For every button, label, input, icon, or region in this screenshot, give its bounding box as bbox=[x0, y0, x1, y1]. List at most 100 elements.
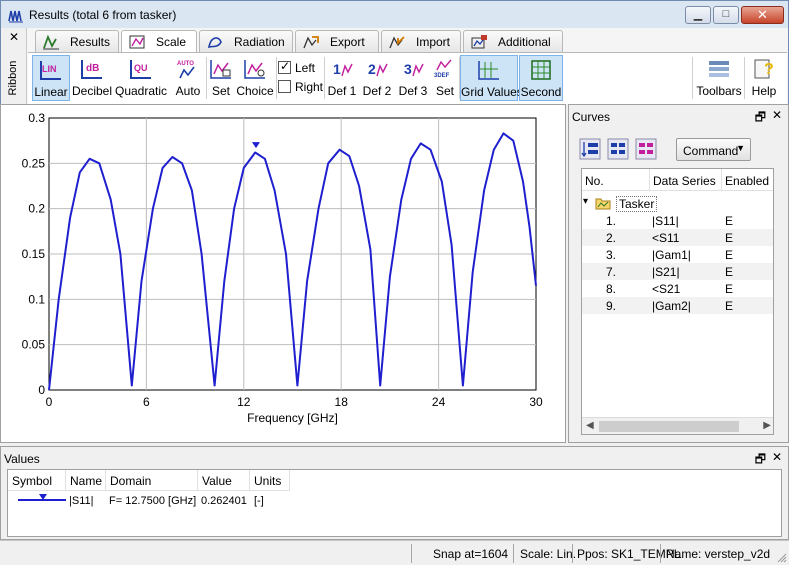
choice-button[interactable]: Choice bbox=[236, 55, 274, 101]
set-scale-button[interactable]: Set bbox=[208, 55, 234, 101]
chart-panel[interactable]: 0 6 12 18 24 30 0 0.05 0.1 0.15 0.2 0.25 0.3 Frequenc… bbox=[0, 104, 566, 443]
tree-group-tasker[interactable]: ▾ Tasker bbox=[582, 195, 773, 212]
decibel-glyph: dB bbox=[86, 63, 99, 74]
choice-label: Choice bbox=[236, 84, 274, 98]
scrollbar-thumb[interactable] bbox=[599, 421, 739, 432]
set-scale-icon bbox=[210, 60, 231, 79]
def-set-glyph: 3DEF bbox=[434, 73, 450, 79]
toolbars-icon bbox=[709, 61, 729, 77]
command-dropdown[interactable]: Command ▼ bbox=[676, 138, 751, 161]
horizontal-scrollbar[interactable]: ◀ ▶ bbox=[582, 417, 773, 434]
status-bar: Snap at=1604 Scale: Lin. Ppos: SK1_TEMPL… bbox=[0, 540, 789, 565]
tab-radiation[interactable]: Radiation bbox=[199, 30, 293, 52]
quadratic-button[interactable]: QU Quadratic bbox=[114, 55, 168, 101]
title-bar: Results (total 6 from tasker) ▁ □ ✕ bbox=[0, 0, 789, 28]
def2-button[interactable]: 2 Def 2 bbox=[360, 55, 394, 101]
tab-results[interactable]: Results bbox=[35, 30, 119, 52]
status-ppos: Ppos: SK1_TEMPL bbox=[577, 547, 681, 561]
close-button[interactable]: ✕ bbox=[741, 6, 784, 24]
float-panel-icon[interactable]: 🗗 bbox=[755, 108, 766, 129]
maximize-button[interactable]: □ bbox=[713, 6, 739, 24]
column-header-enabled[interactable]: Enabled bbox=[722, 169, 773, 191]
decibel-scale-icon: dB bbox=[81, 60, 102, 79]
list-item[interactable]: 8. <S21 E bbox=[582, 280, 773, 297]
x-tick-label: 24 bbox=[432, 395, 446, 409]
list-item[interactable]: 9. |Gam2| E bbox=[582, 297, 773, 314]
curves-tree: No. Data Series Enabled ▾ Tasker 1. |S11|… bbox=[581, 168, 774, 435]
close-panel-icon[interactable]: ✕ bbox=[772, 108, 782, 122]
grid-values-button[interactable]: Grid Values bbox=[460, 55, 523, 101]
window-title: Results (total 6 from tasker) bbox=[29, 8, 177, 22]
linear-label: Linear bbox=[34, 85, 68, 99]
help-button[interactable]: ? Help bbox=[746, 55, 782, 101]
tab-export[interactable]: Export bbox=[295, 30, 379, 52]
y-tick-label: 0.1 bbox=[28, 292, 45, 306]
ribbon-separator bbox=[744, 57, 745, 99]
radiation-icon bbox=[207, 37, 222, 49]
series-toggle-icon[interactable] bbox=[635, 138, 657, 160]
column-header-domain[interactable]: Domain bbox=[106, 470, 198, 491]
second-grid-button[interactable]: Second bbox=[519, 55, 563, 101]
resize-grip-icon[interactable] bbox=[777, 553, 787, 563]
expand-chevron-icon[interactable]: ▾ bbox=[583, 196, 588, 207]
value-row-name: |S11| bbox=[69, 495, 94, 507]
left-axis-label: Left bbox=[295, 61, 316, 75]
import-icon bbox=[389, 36, 405, 49]
decibel-button[interactable]: dB Decibel bbox=[71, 55, 113, 101]
grid-values-icon bbox=[478, 61, 499, 80]
ribbon-close-icon[interactable]: ✕ bbox=[9, 30, 19, 44]
def3-button[interactable]: 3 Def 3 bbox=[396, 55, 430, 101]
sort-series-icon[interactable] bbox=[579, 138, 601, 160]
close-panel-icon[interactable]: ✕ bbox=[772, 450, 782, 464]
tab-import[interactable]: Import bbox=[381, 30, 461, 52]
series-group-icon[interactable] bbox=[607, 138, 629, 160]
def3-glyph: 3 bbox=[404, 61, 412, 77]
x-tick-label: 6 bbox=[143, 395, 150, 409]
values-title: Values bbox=[4, 452, 40, 466]
toolbars-button[interactable]: Toolbars bbox=[696, 55, 742, 101]
maximize-icon: □ bbox=[722, 8, 730, 20]
column-header-series[interactable]: Data Series bbox=[650, 169, 722, 191]
def-set-button[interactable]: 3DEF Set bbox=[432, 55, 458, 101]
y-tick-label: 0 bbox=[38, 383, 45, 397]
column-header-units[interactable]: Units bbox=[250, 470, 290, 491]
def1-label: Def 1 bbox=[327, 84, 357, 98]
x-tick-label: 0 bbox=[46, 395, 53, 409]
values-panel: Values 🗗 ✕ Symbol Name Domain Value Unit… bbox=[0, 446, 789, 540]
ribbon-panel-scale: LIN Linear dB Decibel QU Quadratic AUTO … bbox=[28, 52, 787, 104]
list-item[interactable]: 7. |S21| E bbox=[582, 263, 773, 280]
column-header-value[interactable]: Value bbox=[198, 470, 250, 491]
tab-label: Export bbox=[330, 35, 365, 49]
status-scale: Scale: Lin. bbox=[520, 547, 577, 561]
y-tick-label: 0.2 bbox=[28, 202, 45, 216]
scale-icon bbox=[129, 35, 145, 49]
scroll-right-icon[interactable]: ▶ bbox=[763, 420, 771, 431]
float-panel-icon[interactable]: 🗗 bbox=[755, 450, 766, 471]
frequency-chart[interactable]: 0 6 12 18 24 30 0 0.05 0.1 0.15 0.2 0.25 0.3 Frequenc… bbox=[1, 105, 565, 442]
y-tick-label: 0.15 bbox=[22, 247, 46, 261]
column-header-name[interactable]: Name bbox=[66, 470, 106, 491]
ribbon-separator bbox=[692, 57, 693, 99]
status-name: Name: verstep_v2d bbox=[666, 547, 771, 561]
x-axis-label: Frequency [GHz] bbox=[247, 411, 338, 425]
linear-button[interactable]: LIN Linear bbox=[32, 55, 70, 101]
toolbars-label: Toolbars bbox=[696, 84, 742, 98]
scroll-left-icon[interactable]: ◀ bbox=[586, 420, 594, 431]
def1-button[interactable]: 1 Def 1 bbox=[326, 55, 358, 101]
minimize-button[interactable]: ▁ bbox=[685, 6, 711, 24]
list-item[interactable]: 2. <S11 E bbox=[582, 229, 773, 246]
ribbon-side-label: Ribbon bbox=[7, 60, 19, 96]
ribbon-separator bbox=[206, 57, 207, 99]
tab-additional[interactable]: Additional bbox=[463, 30, 563, 52]
column-header-symbol[interactable]: Symbol bbox=[8, 470, 66, 491]
tab-scale[interactable]: Scale bbox=[121, 30, 197, 53]
auto-scale-icon: AUTO bbox=[177, 61, 195, 79]
curves-title: Curves bbox=[572, 110, 611, 124]
list-item[interactable]: 1. |S11| E bbox=[582, 212, 773, 229]
auto-button[interactable]: AUTO Auto bbox=[172, 55, 204, 101]
list-item[interactable]: 3. |Gam1| E bbox=[582, 246, 773, 263]
x-tick-label: 30 bbox=[529, 395, 543, 409]
chevron-down-icon: ▼ bbox=[736, 143, 745, 153]
x-tick-label: 12 bbox=[237, 395, 251, 409]
column-header-no[interactable]: No. bbox=[582, 169, 650, 191]
